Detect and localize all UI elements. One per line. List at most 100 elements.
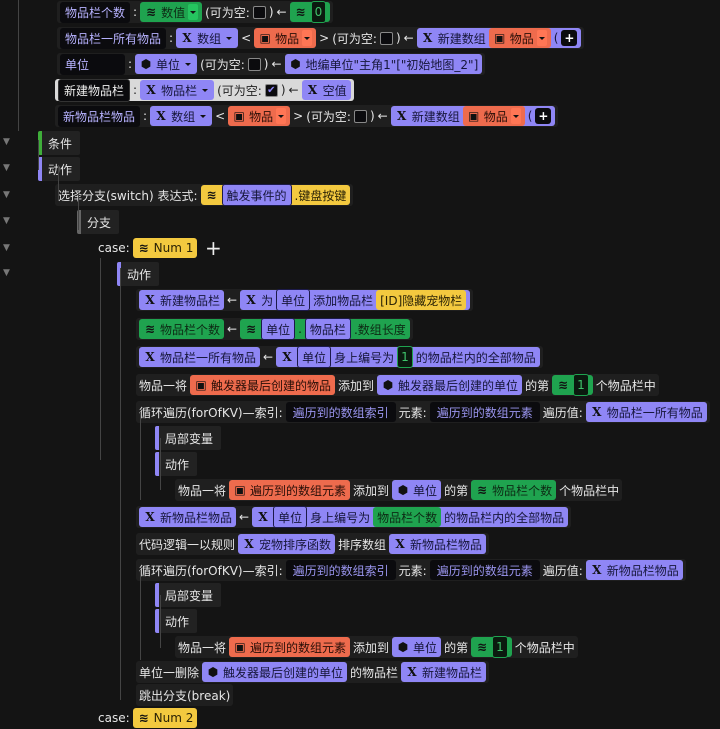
nullable-checkbox[interactable]: ✔ (264, 83, 278, 97)
statement-row[interactable]: 物品一将 遍历到的数组元素添加到 单位的第 物品栏个数个物品栏中 (175, 479, 623, 501)
statement-row[interactable]: 物品栏一所有物品: 数组 < 物品 >(可为空:)← 新建数组 物品 (+ (57, 27, 585, 49)
variable-name-field[interactable]: 新建物品栏 (58, 78, 131, 102)
value-chip[interactable]: 遍历到的数组元素 (229, 480, 351, 500)
statement-row[interactable]: 物品栏一所有物品 ← 单位身上编号为 1 的物品栏内的全部物品 (136, 346, 543, 368)
add-case-button[interactable]: + (205, 236, 222, 260)
value-chip[interactable]: 物品栏个数 (139, 319, 225, 339)
value-chip[interactable]: 触发器最后创建的单位 (377, 375, 523, 395)
statement-row[interactable]: 物品栏个数: 数值 (可为空:)← 0 (57, 1, 334, 23)
statement-row[interactable]: case: Num 2 (95, 707, 200, 729)
section-block[interactable]: 动作 (117, 262, 160, 286)
chevron-down-icon[interactable] (200, 82, 211, 98)
statement-row[interactable]: 循环遍历(forOfKV)—索引: 遍历到的数组索引 元素: 遍历到的数组元素 遍历值:… (136, 401, 710, 423)
variable-name-field[interactable]: 新物品栏物品 (58, 105, 141, 127)
section-block[interactable]: 条件 (38, 131, 81, 155)
collapse-toggle-icon[interactable]: ▼ (3, 163, 10, 173)
collapse-toggle-icon[interactable]: ▼ (3, 190, 10, 200)
value-chip[interactable]: 物品 (488, 28, 551, 48)
variable-name-field[interactable]: 物品栏一所有物品 (60, 27, 167, 49)
value-chip[interactable]: 1 (552, 374, 593, 396)
value-chip[interactable]: 单位. 物品栏 .数组长度 (240, 318, 410, 340)
section-block[interactable]: 局部变量 (155, 583, 222, 607)
statement-row[interactable]: 跳出分支(break) (136, 684, 234, 706)
section-block[interactable]: 局部变量 (155, 426, 222, 450)
chevron-down-icon[interactable] (183, 56, 194, 72)
value-chip[interactable]: 1 (492, 636, 508, 658)
value-chip[interactable]: 遍历到的数组元素 (429, 402, 540, 422)
value-chip[interactable]: 物品栏个数 (373, 507, 442, 527)
statement-row[interactable]: 单位:单位(可为空:)←地编单位"主角1"["初始地图_2"] (57, 53, 486, 75)
value-chip[interactable]: 触发事件的 .键盘按键 (200, 184, 351, 206)
section-block[interactable]: 动作 (38, 157, 81, 181)
value-chip[interactable]: 物品栏 (140, 80, 215, 100)
statement-row[interactable]: 代码逻辑一以规则 宠物排序函数排序数组 新物品栏物品 (136, 533, 490, 555)
value-chip[interactable]: 物品栏一所有物品 (139, 347, 261, 367)
value-chip[interactable]: 遍历到的数组索引 (285, 560, 396, 580)
value-chip[interactable]: 单位 (261, 318, 296, 340)
value-chip[interactable]: 1 (471, 636, 512, 658)
statement-row[interactable]: 新物品栏物品←单位身上编号为物品栏个数的物品栏内的全部物品 (136, 506, 572, 528)
value-chip[interactable]: 触发事件的 (221, 184, 292, 206)
collapse-toggle-icon[interactable]: ▼ (3, 137, 10, 147)
value-chip[interactable]: 单位 (392, 637, 442, 657)
value-chip[interactable]: 空值 (301, 80, 351, 100)
statement-row[interactable]: case: Num 1 (95, 237, 200, 259)
statement-row[interactable]: 循环遍历(forOfKV)—索引: 遍历到的数组索引 元素: 遍历到的数组元素 遍历值:… (136, 559, 686, 581)
collapse-toggle-icon[interactable]: ▼ (3, 243, 10, 253)
chevron-down-icon[interactable] (224, 30, 235, 46)
nullable-checkbox[interactable] (247, 57, 261, 71)
statement-row[interactable]: 新建物品栏 ← 为单位添加物品栏 [ID]隐藏宠物栏 (136, 289, 474, 311)
value-chip[interactable]: 单位 (297, 346, 332, 368)
chevron-down-icon[interactable] (276, 108, 287, 124)
value-chip[interactable]: 新建物品栏 (139, 290, 225, 310)
statement-row[interactable]: 新建物品栏: 物品栏 (可为空:✔)← 空值 (55, 78, 354, 102)
value-chip[interactable]: 新物品栏物品 (585, 560, 683, 580)
nullable-checkbox[interactable] (379, 31, 393, 45)
add-element-button[interactable]: + (561, 30, 578, 46)
value-chip[interactable]: 物品 (462, 106, 525, 126)
value-chip[interactable]: 物品 (254, 28, 317, 48)
value-chip[interactable]: 数值 (140, 2, 203, 22)
value-chip[interactable]: 新物品栏物品 (389, 534, 487, 554)
value-chip[interactable]: 数组 (150, 106, 213, 126)
chevron-down-icon[interactable] (536, 30, 547, 46)
collapse-toggle-icon[interactable]: ▼ (3, 216, 10, 226)
value-chip[interactable]: 物品 (228, 106, 291, 126)
value-chip[interactable]: Num 2 (132, 708, 198, 728)
value-chip[interactable]: 0 (289, 1, 331, 23)
value-chip[interactable]: 宠物排序函数 (238, 534, 336, 554)
value-chip[interactable]: 单位 (392, 480, 442, 500)
chevron-down-icon[interactable] (510, 108, 521, 124)
statement-row[interactable]: 选择分支(switch) 表达式:触发事件的.键盘按键 (55, 184, 354, 206)
statement-row[interactable]: 新物品栏物品: 数组 < 物品 >(可为空:)← 新建数组 物品 (+ (55, 105, 559, 127)
value-chip[interactable]: 单位 (135, 54, 198, 74)
section-block[interactable]: 动作 (155, 609, 198, 633)
collapse-toggle-icon[interactable]: ▼ (3, 268, 10, 278)
value-chip[interactable]: Num 1 (132, 238, 198, 258)
value-chip[interactable]: 为单位添加物品栏 [ID]隐藏宠物栏 (240, 289, 471, 311)
nullable-checkbox[interactable] (252, 5, 266, 19)
value-chip[interactable]: 数组 (176, 28, 239, 48)
value-chip[interactable]: 触发器最后创建的单位 (202, 662, 348, 682)
value-chip[interactable]: 遍历到的数组元素 (429, 560, 540, 580)
add-element-button[interactable]: + (535, 108, 552, 124)
value-chip[interactable]: 单位 (276, 289, 311, 311)
value-chip[interactable]: 物品栏一所有物品 (585, 402, 707, 422)
value-chip[interactable]: 物品栏个数 (471, 480, 557, 500)
value-chip[interactable]: 单位身上编号为 1 的物品栏内的全部物品 (276, 346, 540, 368)
chevron-down-icon[interactable] (198, 108, 209, 124)
value-chip[interactable]: 新建物品栏 (401, 662, 487, 682)
value-chip[interactable]: 1 (573, 374, 589, 396)
value-chip[interactable]: 新建数组 物品 (+ (390, 106, 556, 126)
value-chip[interactable]: 遍历到的数组索引 (285, 402, 396, 422)
chevron-down-icon[interactable] (302, 30, 313, 46)
statement-row[interactable]: 物品一将 触发器最后创建的物品添加到 触发器最后创建的单位的第 1 个物品栏中 (136, 374, 659, 396)
value-chip[interactable]: 触发器最后创建的物品 (190, 375, 336, 395)
value-chip[interactable]: 物品栏 (304, 318, 351, 340)
value-chip[interactable]: 地编单位"主角1"["初始地图_2"] (284, 54, 483, 74)
section-block[interactable]: 动作 (155, 452, 198, 476)
value-chip[interactable]: 遍历到的数组元素 (229, 637, 351, 657)
statement-row[interactable]: 单位一删除 触发器最后创建的单位的物品栏 新建物品栏 (136, 661, 490, 683)
chevron-down-icon[interactable] (188, 4, 199, 20)
statement-row[interactable]: 物品一将 遍历到的数组元素添加到 单位的第 1 个物品栏中 (175, 636, 578, 658)
